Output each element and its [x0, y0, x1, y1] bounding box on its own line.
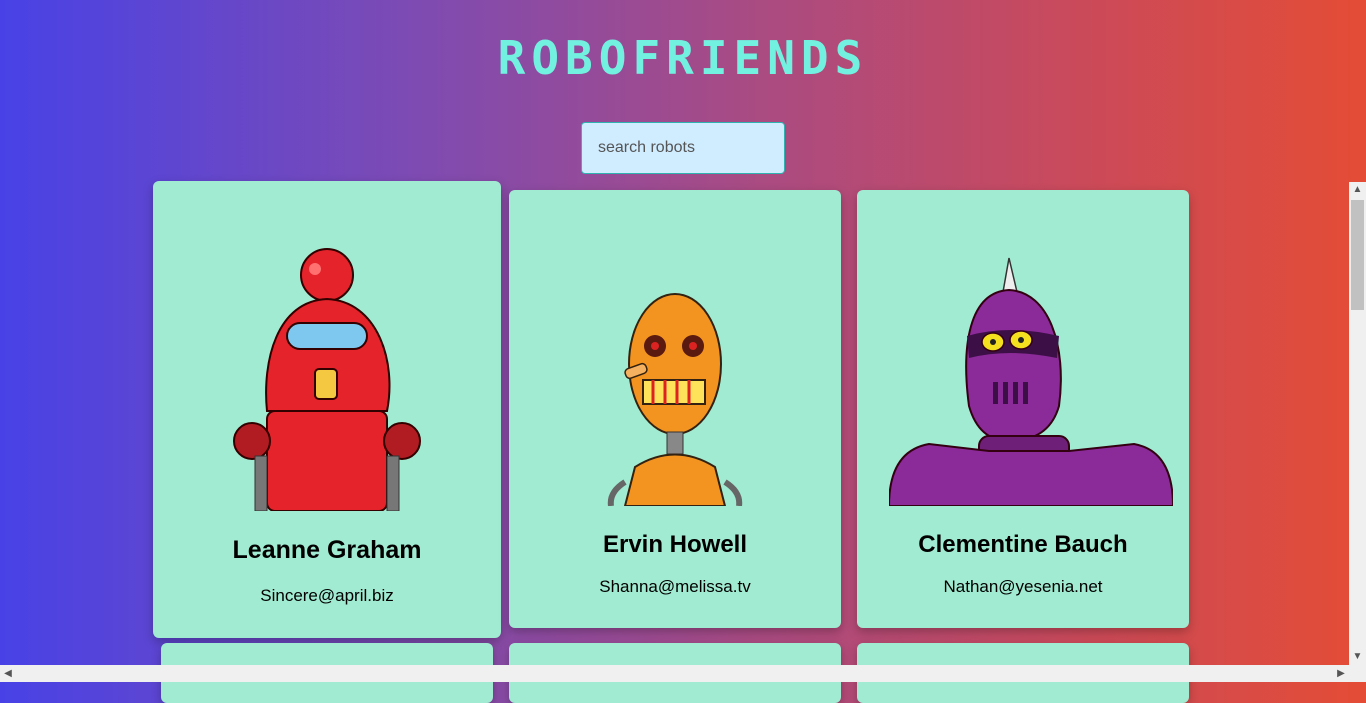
- horizontal-scrollbar[interactable]: ◀ ▶: [0, 665, 1366, 682]
- scroll-right-icon[interactable]: ▶: [1333, 665, 1349, 682]
- robot-name: Clementine Bauch: [918, 531, 1128, 558]
- robot-name: Leanne Graham: [232, 536, 422, 564]
- robot-avatar-icon: [889, 257, 1173, 506]
- robot-email: Sincere@april.biz: [260, 586, 394, 605]
- robot-email: Shanna@melissa.tv: [599, 577, 751, 596]
- robot-name: Ervin Howell: [602, 531, 748, 558]
- robot-avatar-icon: [233, 248, 421, 511]
- scrollbar-thumb[interactable]: [1351, 200, 1364, 310]
- robot-avatar-icon: [607, 293, 743, 506]
- scroll-left-icon[interactable]: ◀: [0, 665, 16, 682]
- robot-card[interactable]: Ervin Howell Shanna@melissa.tv: [509, 190, 841, 628]
- scroll-up-icon[interactable]: ▲: [1349, 182, 1366, 198]
- robot-card[interactable]: Clementine Bauch Nathan@yesenia.net: [857, 190, 1189, 628]
- search-input[interactable]: [581, 122, 785, 174]
- vertical-scrollbar[interactable]: ▲ ▼: [1349, 182, 1366, 665]
- robot-email: Nathan@yesenia.net: [943, 577, 1103, 596]
- scroll-down-icon[interactable]: ▼: [1349, 649, 1366, 665]
- robot-card[interactable]: Leanne Graham Sincere@april.biz: [153, 181, 501, 638]
- app-title: ROBOFRIENDS: [497, 31, 869, 85]
